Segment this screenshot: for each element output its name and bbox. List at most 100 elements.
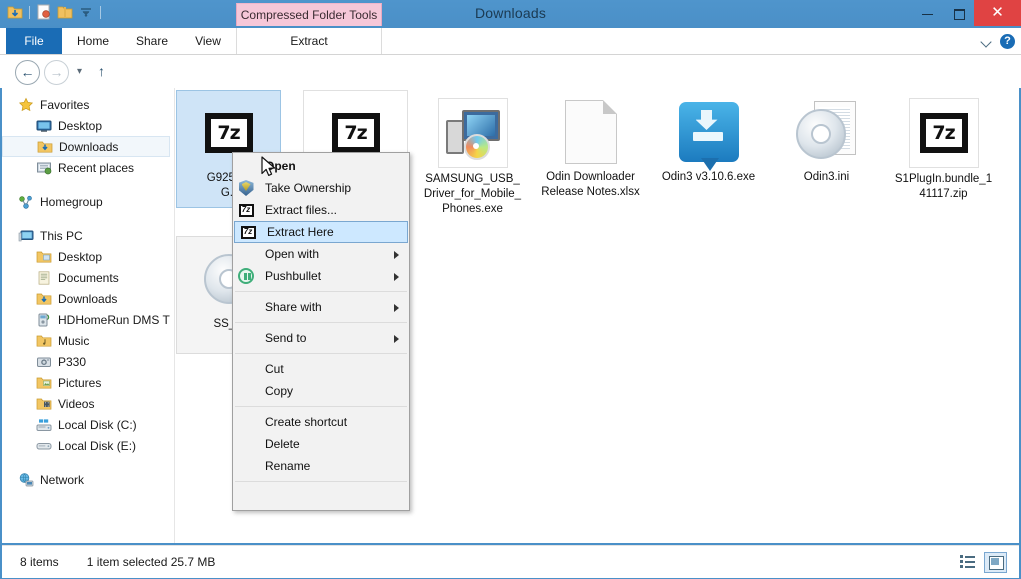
sidebar-item-videos[interactable]: Videos xyxy=(2,393,174,414)
sidebar-group-network[interactable]: Network xyxy=(2,469,174,490)
sidebar-item-desktop-fav[interactable]: Desktop xyxy=(2,115,174,136)
sidebar-item-local-disk-e[interactable]: Local Disk (E:) xyxy=(2,435,174,456)
file-item-odin3-ini[interactable]: Odin3.ini xyxy=(774,90,879,240)
context-menu-label: Take Ownership xyxy=(265,181,352,195)
context-menu-item-share-with[interactable]: Share with xyxy=(233,296,409,318)
context-menu-label: Cut xyxy=(265,362,284,376)
sidebar-item-desktop[interactable]: Desktop xyxy=(2,246,174,267)
properties-icon-slot xyxy=(235,488,257,506)
details-view-button[interactable] xyxy=(957,552,978,571)
context-menu-label: Delete xyxy=(265,437,300,451)
context-menu[interactable]: Open Take Ownership 7z Extract files... … xyxy=(232,152,410,511)
sidebar-item-pictures[interactable]: Pictures xyxy=(2,372,174,393)
submenu-arrow-icon xyxy=(394,273,399,281)
sevenzip-text: 7z xyxy=(344,122,367,144)
sidebar-label: Recent places xyxy=(58,160,135,175)
context-menu-label: Copy xyxy=(265,384,294,398)
file-item-odin-release-notes[interactable]: Odin Downloader Release Notes.xlsx xyxy=(538,90,643,240)
sidebar-item-downloads-fav[interactable]: Downloads xyxy=(2,136,170,157)
context-menu-label: Open xyxy=(265,159,296,173)
navigation-pane[interactable]: Favorites Desktop Downloads Recent place… xyxy=(2,88,175,543)
context-menu-label: Share with xyxy=(265,300,322,314)
sidebar-item-p330[interactable]: P330 xyxy=(2,351,174,372)
forward-button[interactable]: → xyxy=(44,60,69,85)
file-list-pane[interactable]: 7z G925TU G.. 7z SAMSUNG_USB_Driver_for_… xyxy=(175,88,1019,543)
blank-document-icon xyxy=(557,98,625,166)
context-menu-item-pushbullet[interactable]: Pushbullet xyxy=(233,265,409,287)
sidebar-label: Local Disk (E:) xyxy=(58,438,137,453)
sidebar-gap-1 xyxy=(2,178,174,191)
context-menu-separator xyxy=(235,353,407,354)
sevenzip-glyph: 7z xyxy=(204,113,253,153)
sidebar-item-hdhomerun[interactable]: HDHomeRun DMS T xyxy=(2,309,174,330)
large-icons-view-button[interactable] xyxy=(984,552,1007,573)
context-menu-item-send-to[interactable]: Send to xyxy=(233,327,409,349)
pc-cd-glyph xyxy=(444,108,502,160)
context-menu-item-properties[interactable] xyxy=(233,486,409,508)
tab-view[interactable]: View xyxy=(180,28,236,54)
up-button[interactable]: ↑ xyxy=(92,60,111,83)
context-menu-item-create-shortcut[interactable]: Create shortcut xyxy=(233,411,409,433)
submenu-arrow-icon xyxy=(394,251,399,259)
context-menu-separator xyxy=(235,322,407,323)
file-item-samsung-usb-driver[interactable]: SAMSUNG_USB_Driver_for_Mobile_Phones.exe xyxy=(420,90,525,240)
sidebar-label: Downloads xyxy=(58,291,118,306)
context-menu-item-copy[interactable]: Copy xyxy=(233,380,409,402)
sidebar-item-music[interactable]: Music xyxy=(2,330,174,351)
status-selection-info: 1 item selected 25.7 MB xyxy=(86,555,216,569)
file-item-odin3-exe[interactable]: Odin3 v3.10.6.exe xyxy=(656,90,761,240)
tab-extract[interactable]: Extract xyxy=(236,28,382,54)
sidebar-group-favorites[interactable]: Favorites xyxy=(2,94,174,115)
sidebar-item-documents[interactable]: Documents xyxy=(2,267,174,288)
videos-icon xyxy=(36,396,52,412)
context-menu-item-take-ownership[interactable]: Take Ownership xyxy=(233,177,409,199)
context-menu-item-rename[interactable]: Rename xyxy=(233,455,409,477)
chevron-down-icon[interactable] xyxy=(981,36,992,47)
context-menu-item-open[interactable]: Open xyxy=(233,155,409,177)
sidebar-item-downloads[interactable]: Downloads xyxy=(2,288,174,309)
sidebar-group-this-pc[interactable]: This PC xyxy=(2,225,174,246)
close-button[interactable]: ✕ xyxy=(974,0,1021,26)
sevenzip-glyph: 7z xyxy=(919,113,968,153)
sidebar-label: Desktop xyxy=(58,118,103,133)
context-menu-label: Open with xyxy=(265,247,320,261)
maximize-button[interactable] xyxy=(943,0,974,26)
tab-share[interactable]: Share xyxy=(124,28,180,54)
sidebar-label: Pictures xyxy=(58,375,102,390)
context-menu-separator xyxy=(235,406,407,407)
minimize-button[interactable] xyxy=(912,0,943,26)
document-glyph xyxy=(564,100,617,164)
recent-places-icon xyxy=(36,160,52,176)
tab-home[interactable]: Home xyxy=(62,28,124,54)
sidebar-item-recent-places[interactable]: Recent places xyxy=(2,157,174,178)
sevenzip-text: 7z xyxy=(217,122,240,144)
sidebar-label: Videos xyxy=(58,396,95,411)
file-label: Odin3 v3.10.6.exe xyxy=(661,171,756,183)
sidebar-label: Documents xyxy=(58,270,119,285)
back-button[interactable]: ← xyxy=(15,60,40,85)
sidebar-label: Music xyxy=(58,333,90,348)
context-menu-item-extract-files[interactable]: 7z Extract files... xyxy=(233,199,409,221)
device-icon xyxy=(36,312,52,328)
sidebar-label: HDHomeRun DMS T xyxy=(58,312,170,327)
sevenzip-archive-icon: 7z xyxy=(908,98,979,168)
context-menu-item-delete[interactable]: Delete xyxy=(233,433,409,455)
sidebar-label: Local Disk (C:) xyxy=(58,417,137,432)
window-controls: ✕ xyxy=(912,0,1021,26)
sidebar-group-homegroup[interactable]: Homegroup xyxy=(2,191,174,212)
status-item-count: 8 items xyxy=(20,555,59,569)
context-menu-item-open-with[interactable]: Open with xyxy=(233,243,409,265)
sidebar-label: P330 xyxy=(58,354,87,369)
download-app-icon xyxy=(675,98,743,171)
pictures-icon xyxy=(36,375,52,391)
tab-file[interactable]: File xyxy=(6,28,62,54)
context-menu-item-cut[interactable]: Cut xyxy=(233,358,409,380)
music-icon xyxy=(36,333,52,349)
explorer-window: Compressed Folder Tools Downloads ✕ File… xyxy=(0,0,1021,579)
help-icon[interactable]: ? xyxy=(1000,33,1015,49)
sevenzip-text: 7z xyxy=(932,122,955,144)
file-item-s1plugin-zip[interactable]: 7z S1PlugIn.bundle_141117.zip xyxy=(891,90,996,240)
context-menu-item-extract-here[interactable]: 7z Extract Here xyxy=(234,221,408,243)
sidebar-item-local-disk-c[interactable]: Local Disk (C:) xyxy=(2,414,174,435)
recent-locations-button[interactable]: ▾ xyxy=(71,60,88,83)
